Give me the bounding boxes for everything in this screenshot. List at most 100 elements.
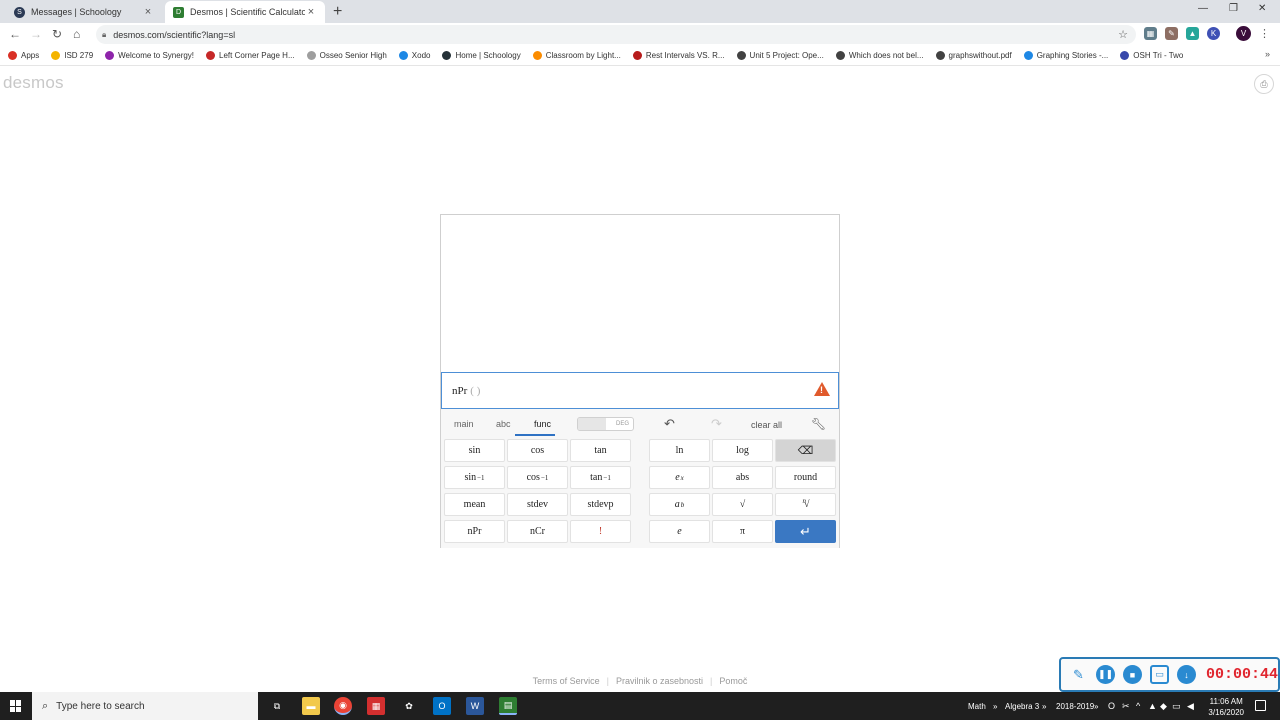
- extension-tools-icon[interactable]: ✎: [1165, 27, 1178, 40]
- bookmark-star-icon[interactable]: ☆: [1118, 28, 1128, 41]
- deg-rad-toggle[interactable]: DEG: [577, 417, 634, 431]
- tab-func[interactable]: func: [514, 419, 556, 436]
- pen-icon[interactable]: ✎: [1069, 665, 1088, 684]
- reload-icon[interactable]: ↻: [52, 27, 62, 41]
- stop-icon[interactable]: ■: [1123, 665, 1142, 684]
- key-nth-root[interactable]: n √: [775, 493, 836, 516]
- key-sqrt[interactable]: √: [712, 493, 773, 516]
- expression-input[interactable]: nPr ( ): [441, 372, 839, 409]
- bookmark-item[interactable]: Graphing Stories -...: [1023, 51, 1108, 60]
- tab-desmos[interactable]: D Desmos | Scientific Calculator ×: [165, 1, 325, 23]
- battery-icon[interactable]: ▭: [1172, 701, 1181, 712]
- new-tab-icon[interactable]: +: [333, 3, 342, 21]
- toolbar-chevron-icon[interactable]: »: [1042, 702, 1046, 711]
- restore-icon[interactable]: ❐: [1229, 3, 1238, 14]
- windows-start-icon[interactable]: [10, 700, 22, 712]
- word-icon[interactable]: W: [466, 697, 484, 715]
- terms-link[interactable]: Terms of Service: [533, 676, 600, 686]
- tray-chevron-icon[interactable]: ^: [1136, 701, 1140, 711]
- home-icon[interactable]: ⌂: [73, 27, 80, 41]
- key-round[interactable]: round: [775, 466, 836, 489]
- menu-dots-icon[interactable]: ⋮: [1258, 27, 1271, 40]
- key-abs[interactable]: abs: [712, 466, 773, 489]
- bookmark-item[interactable]: OSH Tri - Two: [1120, 51, 1183, 60]
- key-ncr[interactable]: nCr: [507, 520, 568, 543]
- key-npr[interactable]: nPr: [444, 520, 505, 543]
- extension-arrow-icon[interactable]: ▲: [1186, 27, 1199, 40]
- download-icon[interactable]: ↓: [1177, 665, 1196, 684]
- security-tray-icon[interactable]: ◆: [1160, 701, 1167, 712]
- key-stdev[interactable]: stdev: [507, 493, 568, 516]
- key-log[interactable]: log: [712, 439, 773, 462]
- bookmark-item[interactable]: Rest Intervals VS. R...: [632, 51, 725, 60]
- bookmark-item[interactable]: Unit 5 Project: Ope...: [736, 51, 824, 60]
- privacy-link[interactable]: Pravilnik o zasebnosti: [616, 676, 703, 686]
- key-exp[interactable]: ex: [649, 466, 710, 489]
- bookmark-item[interactable]: Xodo: [398, 51, 430, 60]
- key-stdevp[interactable]: stdevp: [570, 493, 631, 516]
- warning-icon[interactable]: [814, 382, 830, 396]
- taskbar-clock[interactable]: 11:06 AM 3/16/2020: [1208, 696, 1244, 718]
- bookmark-item[interactable]: Classroom by Light...: [532, 51, 621, 60]
- toolbar-algebra[interactable]: Algebra 3: [1005, 702, 1039, 711]
- bookmark-item[interactable]: Left Corner Page H...: [206, 51, 295, 60]
- key-mean[interactable]: mean: [444, 493, 505, 516]
- key-arccos[interactable]: cos −1: [507, 466, 568, 489]
- key-enter[interactable]: ↵: [775, 520, 836, 543]
- toolbar-year[interactable]: 2018-2019: [1056, 702, 1094, 711]
- task-view-icon[interactable]: ⧉: [268, 697, 286, 715]
- bookmark-item[interactable]: Which does not bel...: [835, 51, 924, 60]
- extension-grid-icon[interactable]: ▦: [1144, 27, 1157, 40]
- key-cos[interactable]: cos: [507, 439, 568, 462]
- window-close-icon[interactable]: ✕: [1258, 3, 1266, 14]
- key-arcsin[interactable]: sin −1: [444, 466, 505, 489]
- bookmark-item[interactable]: Welcome to Synergy!: [105, 51, 194, 60]
- address-bar[interactable]: 🔒︎ desmos.com/scientific?lang=sl ☆: [96, 25, 1136, 44]
- tab-main[interactable]: main: [454, 419, 474, 429]
- bookmarks-overflow-icon[interactable]: »: [1265, 49, 1270, 59]
- taskbar-search[interactable]: ⌕ Type here to search: [32, 692, 258, 720]
- print-button[interactable]: ⎙: [1254, 74, 1274, 94]
- key-ln[interactable]: ln: [649, 439, 710, 462]
- outlook-tray-icon[interactable]: O: [1108, 701, 1115, 711]
- extension-k-icon[interactable]: K: [1207, 27, 1220, 40]
- key-power[interactable]: ab: [649, 493, 710, 516]
- help-link[interactable]: Pomoč: [719, 676, 747, 686]
- network-tray-icon[interactable]: ▲: [1148, 701, 1157, 711]
- tab-schoology-messages[interactable]: S Messages | Schoology ×: [6, 1, 162, 23]
- app-icon[interactable]: ✿: [400, 697, 418, 715]
- notifications-icon[interactable]: [1255, 700, 1266, 711]
- bookmark-item[interactable]: graphswithout.pdf: [935, 51, 1012, 60]
- wrench-icon[interactable]: 🔧︎: [811, 417, 826, 431]
- tools-tray-icon[interactable]: ✂: [1122, 701, 1130, 712]
- undo-icon[interactable]: ↶: [664, 416, 675, 432]
- key-pi[interactable]: π: [712, 520, 773, 543]
- toolbar-chevron-icon[interactable]: »: [993, 702, 997, 711]
- key-sin[interactable]: sin: [444, 439, 505, 462]
- desmos-taskbar-icon[interactable]: ▤: [499, 697, 517, 715]
- key-e[interactable]: e: [649, 520, 710, 543]
- clear-all-button[interactable]: clear all: [751, 420, 782, 430]
- webcam-icon[interactable]: ▭: [1150, 665, 1169, 684]
- toolbar-math[interactable]: Math: [968, 702, 986, 711]
- pause-icon[interactable]: ❚❚: [1096, 665, 1115, 684]
- key-tan[interactable]: tan: [570, 439, 631, 462]
- file-explorer-icon[interactable]: ▬: [302, 697, 320, 715]
- tab-abc[interactable]: abc: [496, 419, 511, 429]
- bookmark-item[interactable]: ISD 279: [51, 51, 93, 60]
- bookmark-item[interactable]: Apps: [8, 51, 39, 60]
- bookmark-item[interactable]: Osseo Senior High: [306, 51, 387, 60]
- bookmark-item[interactable]: Home | Schoology: [442, 51, 521, 60]
- profile-avatar[interactable]: V: [1236, 26, 1251, 41]
- forward-icon[interactable]: →: [30, 27, 42, 41]
- back-icon[interactable]: ←: [9, 27, 21, 41]
- desmos-logo[interactable]: desmos: [3, 73, 64, 93]
- toolbar-chevron-icon[interactable]: »: [1094, 702, 1098, 711]
- outlook-icon[interactable]: O: [433, 697, 451, 715]
- close-icon[interactable]: ×: [142, 6, 154, 18]
- key-backspace[interactable]: ⌫: [775, 439, 836, 462]
- key-factorial[interactable]: !: [570, 520, 631, 543]
- calendar-app-icon[interactable]: ▦: [367, 697, 385, 715]
- key-arctan[interactable]: tan −1: [570, 466, 631, 489]
- chrome-icon[interactable]: ◉: [334, 697, 352, 715]
